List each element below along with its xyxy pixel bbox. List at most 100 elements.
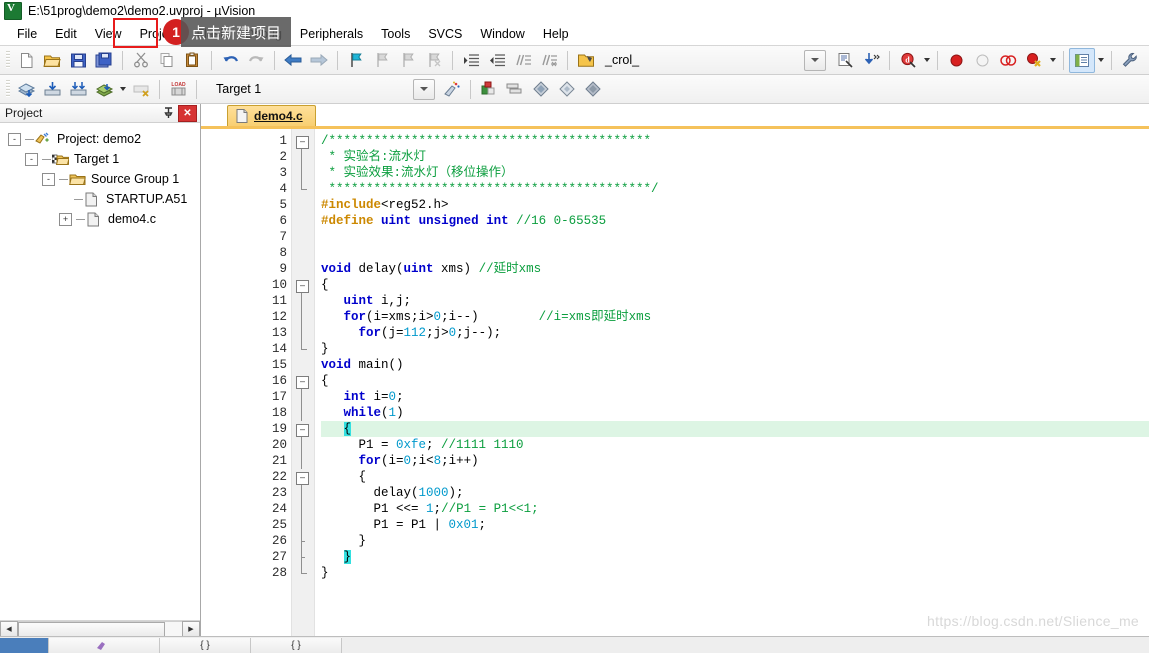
code-line[interactable]: void delay(uint xms) //延时xms — [321, 261, 1149, 277]
fold-marker[interactable] — [292, 293, 314, 309]
tree-node-source-group[interactable]: - Source Group 1 — [0, 169, 200, 189]
scrollbar-track[interactable] — [18, 620, 182, 639]
bookmark-prev-icon[interactable] — [369, 48, 395, 73]
target-options-icon[interactable] — [439, 77, 465, 102]
navigate-forward-icon[interactable] — [306, 48, 332, 73]
expander-icon[interactable]: - — [42, 172, 55, 186]
select-sw-icon[interactable] — [580, 77, 606, 102]
code-line[interactable]: P1 <<= 1;//P1 = P1<<1; — [321, 501, 1149, 517]
breakpoint-disable-icon[interactable] — [969, 48, 995, 73]
breakpoints-dropdown-arrow[interactable] — [1047, 49, 1058, 72]
menu-tools[interactable]: Tools — [372, 24, 419, 44]
close-icon[interactable]: ✕ — [178, 104, 197, 122]
fold-marker[interactable]: – — [292, 133, 314, 149]
scroll-right-button[interactable]: ▶ — [182, 620, 200, 638]
fold-marker[interactable] — [292, 245, 314, 261]
search-dropdown[interactable] — [804, 49, 826, 71]
target-dropdown-arrow[interactable] — [413, 78, 436, 100]
search-box-text[interactable]: _crol_ — [605, 53, 639, 67]
code-line[interactable]: uint i,j; — [321, 293, 1149, 309]
fold-marker[interactable] — [292, 501, 314, 517]
tree-node-project[interactable]: - Project: demo2 — [0, 129, 200, 149]
fold-marker[interactable] — [292, 453, 314, 469]
source-code-text[interactable]: /***************************************… — [315, 129, 1149, 653]
code-line[interactable]: } — [321, 565, 1149, 581]
code-line[interactable]: * 实验效果:流水灯（移位操作） — [321, 165, 1149, 181]
fold-marker[interactable] — [292, 485, 314, 501]
start-debug-icon[interactable]: d — [895, 48, 921, 73]
menu-edit[interactable]: Edit — [46, 24, 86, 44]
breakpoint-disable-all-icon[interactable] — [995, 48, 1021, 73]
code-line[interactable]: { — [321, 421, 1149, 437]
code-line[interactable]: { — [321, 373, 1149, 389]
pin-icon[interactable] — [161, 106, 175, 120]
bottom-tab-2[interactable]: { } — [160, 637, 251, 653]
code-line[interactable]: for(i=0;i<8;i++) — [321, 453, 1149, 469]
fold-marker[interactable]: – — [292, 277, 314, 293]
bottom-tab-0[interactable] — [0, 637, 49, 653]
save-all-icon[interactable] — [91, 48, 117, 73]
fold-marker[interactable] — [292, 405, 314, 421]
fold-marker[interactable] — [292, 213, 314, 229]
paste-icon[interactable] — [180, 48, 206, 73]
project-window-dropdown-arrow[interactable] — [1095, 49, 1106, 72]
debug-dropdown-arrow[interactable] — [921, 49, 932, 72]
fold-marker[interactable] — [292, 565, 314, 581]
code-line[interactable]: for(j=112;j>0;j--); — [321, 325, 1149, 341]
project-panel-hscrollbar[interactable]: ◀ ▶ — [0, 620, 200, 639]
fold-marker[interactable] — [292, 229, 314, 245]
expander-icon[interactable]: + — [59, 212, 72, 226]
code-line[interactable]: { — [321, 469, 1149, 485]
run-env-icon[interactable] — [554, 77, 580, 102]
fold-marker[interactable] — [292, 533, 314, 549]
menu-peripherals[interactable]: Peripherals — [291, 24, 372, 44]
scroll-left-button[interactable]: ◀ — [0, 620, 18, 638]
translate-icon[interactable] — [13, 77, 39, 102]
bottom-tab-1[interactable] — [49, 637, 160, 653]
multi-project-icon[interactable] — [502, 77, 528, 102]
pack-installer-icon[interactable] — [528, 77, 554, 102]
fold-marker[interactable] — [292, 549, 314, 565]
undo-icon[interactable] — [217, 48, 243, 73]
menu-file[interactable]: File — [8, 24, 46, 44]
fold-marker[interactable]: – — [292, 373, 314, 389]
code-line[interactable]: void main() — [321, 357, 1149, 373]
fold-marker[interactable] — [292, 261, 314, 277]
tree-node-startup-a51[interactable]: STARTUP.A51 — [0, 189, 200, 209]
redo-icon[interactable] — [243, 48, 269, 73]
code-line[interactable]: P1 = 0xfe; //1111 1110 — [321, 437, 1149, 453]
bookmark-next-icon[interactable] — [395, 48, 421, 73]
code-view[interactable]: 1 2 3 4 5 6 7 8 9 10 11 12 13 14 15 16 17 18 19 20 21 22 23 24 2… — [257, 129, 1149, 653]
stop-build-icon[interactable] — [128, 77, 154, 102]
menu-window[interactable]: Window — [471, 24, 533, 44]
indent-left-icon[interactable] — [484, 48, 510, 73]
code-line[interactable]: } — [321, 533, 1149, 549]
code-line[interactable]: #include<reg52.h> — [321, 197, 1149, 213]
fold-marker[interactable] — [292, 389, 314, 405]
code-line[interactable]: for(i=xms;i>0;i--) //i=xms即延时xms — [321, 309, 1149, 325]
bookmark-toggle-icon[interactable] — [343, 48, 369, 73]
browse-info-icon[interactable] — [832, 48, 858, 73]
copy-icon[interactable] — [154, 48, 180, 73]
code-line[interactable]: while(1) — [321, 405, 1149, 421]
menu-view[interactable]: View — [86, 24, 131, 44]
find-in-files-icon[interactable] — [858, 48, 884, 73]
tab-demo4-c[interactable]: demo4.c — [227, 105, 316, 126]
fold-marker[interactable] — [292, 437, 314, 453]
batch-build-icon[interactable] — [91, 77, 117, 102]
fold-marker[interactable] — [292, 149, 314, 165]
code-fold-column[interactable]: – – – – – — [291, 129, 315, 653]
fold-marker[interactable] — [292, 341, 314, 357]
fold-marker[interactable] — [292, 309, 314, 325]
code-line[interactable]: /***************************************… — [321, 133, 1149, 149]
tree-node-demo4-c[interactable]: + demo4.c — [0, 209, 200, 229]
fold-marker[interactable]: – — [292, 469, 314, 485]
target-selector[interactable]: Target 1 — [206, 82, 261, 96]
code-line[interactable]: P1 = P1 | 0x01; — [321, 517, 1149, 533]
breakpoint-kill-all-icon[interactable] — [1021, 48, 1047, 73]
build-icon[interactable] — [39, 77, 65, 102]
fold-marker[interactable] — [292, 325, 314, 341]
breakpoint-insert-icon[interactable] — [943, 48, 969, 73]
fold-marker[interactable] — [292, 165, 314, 181]
fold-marker[interactable] — [292, 181, 314, 197]
